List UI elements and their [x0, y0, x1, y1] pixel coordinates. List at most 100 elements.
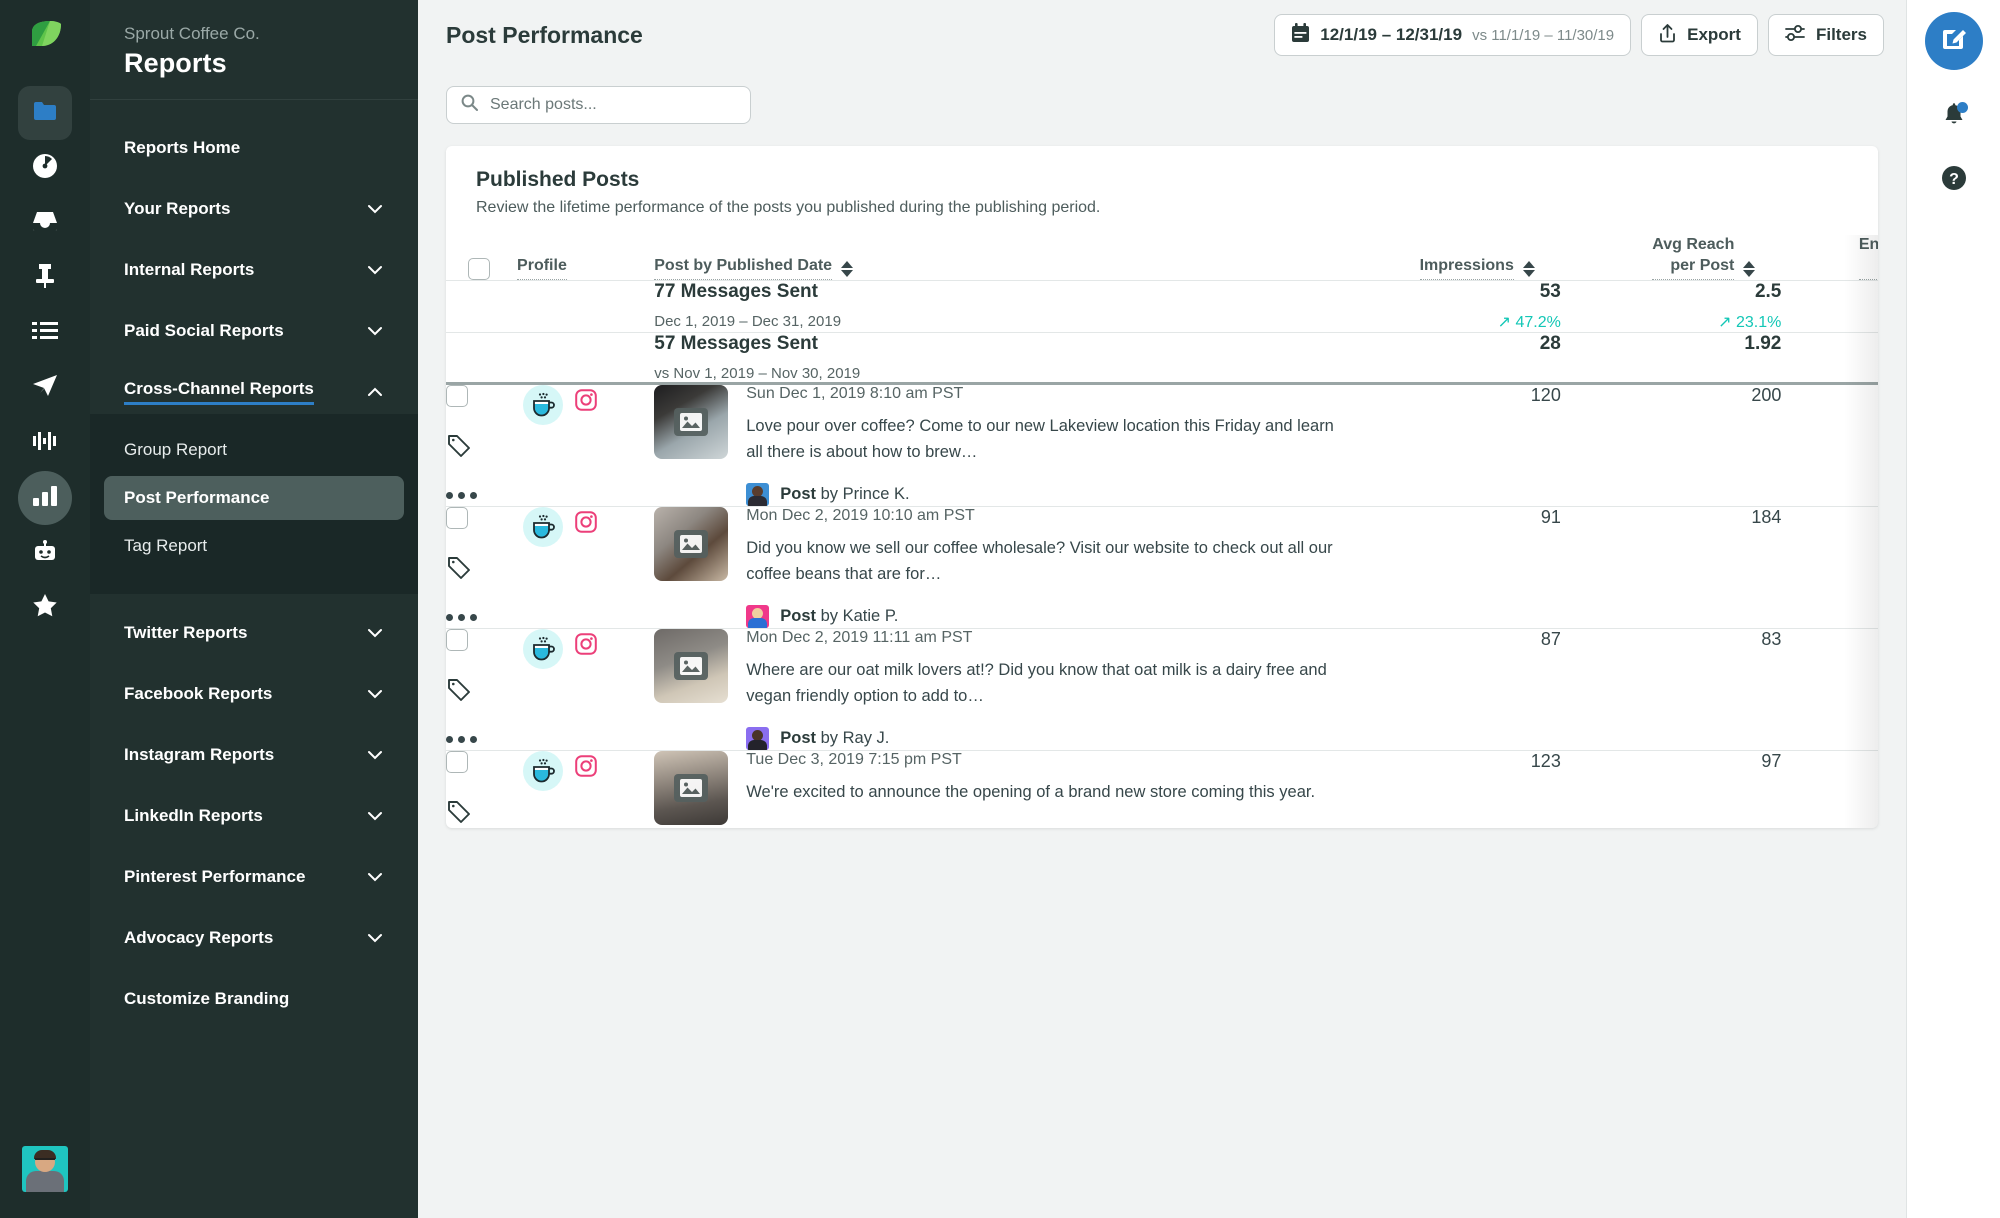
sidebar-item-paid-social-reports[interactable]: Paid Social Reports	[90, 309, 418, 353]
post-thumbnail[interactable]	[654, 750, 729, 825]
help-button[interactable]: ?	[1934, 160, 1974, 200]
sidebar-item-reports-home[interactable]: Reports Home	[90, 126, 418, 170]
content-area: Published Posts Review the lifetime perf…	[418, 70, 1906, 1218]
search-bar[interactable]	[446, 86, 751, 124]
row-more-options-icon[interactable]	[446, 491, 477, 499]
rail-item-star[interactable]	[18, 581, 72, 635]
search-icon	[461, 94, 478, 116]
row-checkbox[interactable]	[446, 506, 468, 529]
svg-text:?: ?	[1949, 171, 1959, 188]
rail-item-dashboard[interactable]	[18, 141, 72, 195]
rail-item-listening[interactable]	[18, 416, 72, 470]
compose-edit-icon	[1940, 25, 1968, 58]
row-more-options-icon[interactable]	[446, 735, 477, 743]
column-engagement-rate[interactable]: EngagementRate	[1781, 235, 1878, 280]
row-checkbox[interactable]	[446, 628, 468, 651]
coffee-cup-avatar[interactable]	[523, 506, 564, 547]
filters-label: Filters	[1815, 25, 1867, 44]
post-date: Mon Dec 2, 2019 10:10 am PST	[746, 506, 975, 524]
export-label: Export	[1687, 25, 1741, 44]
sidebar-item-label: Paid Social Reports	[124, 320, 284, 340]
tag-icon[interactable]	[447, 555, 471, 584]
sort-toggle-icon[interactable]	[841, 260, 854, 280]
posts-table: Profile Post by Published Date Impressio…	[446, 235, 1878, 828]
listening-bars-icon	[33, 430, 57, 457]
column-post-by-published-date[interactable]: Post by Published Date	[654, 235, 1340, 280]
post-author: Post by Katie P.	[780, 607, 898, 626]
select-all-cell	[446, 235, 517, 280]
summary-label-cell: 57 Messages Sent vs Nov 1, 2019 – Nov 30…	[654, 331, 1341, 384]
sidebar-item-instagram-reports[interactable]: Instagram Reports	[90, 733, 418, 777]
sidebar-nav: Reports Home Your Reports Internal Repor…	[90, 100, 418, 1218]
sidebar-item-facebook-reports[interactable]: Facebook Reports	[90, 672, 418, 716]
cell-impressions: 91	[1340, 505, 1561, 629]
sidebar-item-twitter-reports[interactable]: Twitter Reports	[90, 611, 418, 655]
sidebar-item-post-performance[interactable]: Post Performance	[104, 475, 404, 520]
rail-item-reports[interactable]	[18, 471, 72, 525]
post-byline: Post by Prince K.	[746, 482, 1340, 506]
sidebar-item-pinterest-performance[interactable]: Pinterest Performance	[90, 855, 418, 899]
rail-item-folder[interactable]	[18, 86, 72, 140]
post-thumbnail[interactable]	[654, 506, 729, 581]
profile-cell	[517, 627, 655, 751]
rail-item-publish[interactable]	[18, 361, 72, 415]
export-button[interactable]: Export	[1641, 14, 1758, 56]
sidebar-item-label: Pinterest Performance	[124, 866, 306, 886]
sidebar-item-customize-branding[interactable]: Customize Branding	[90, 977, 418, 1021]
sidebar-item-label: Instagram Reports	[124, 744, 275, 764]
row-checkbox[interactable]	[446, 750, 468, 773]
table-row[interactable]: Tue Dec 3, 2019 7:15 pm PST We're excite…	[446, 749, 1878, 828]
cell-avg-reach: 200	[1751, 384, 1782, 405]
sidebar-item-cross-channel-reports[interactable]: Cross-Channel Reports	[90, 370, 418, 414]
app-root: Sprout Coffee Co. Reports Reports Home Y…	[0, 0, 2000, 1218]
search-input[interactable]	[490, 96, 736, 114]
sidebar-item-linkedin-reports[interactable]: LinkedIn Reports	[90, 794, 418, 838]
sidebar-item-advocacy-reports[interactable]: Advocacy Reports	[90, 916, 418, 960]
row-more-options-icon[interactable]	[446, 613, 477, 621]
notifications-button[interactable]	[1934, 98, 1974, 138]
rail-item-bot[interactable]	[18, 526, 72, 580]
row-actions-cell	[446, 384, 517, 507]
select-all-checkbox[interactable]	[468, 257, 490, 280]
user-avatar[interactable]	[22, 1146, 68, 1192]
compare-range-value: vs 11/1/19 – 11/30/19	[1472, 26, 1615, 44]
sidebar-item-group-report[interactable]: Group Report	[104, 428, 404, 472]
summary-delta-value: 23.1%	[1735, 313, 1782, 331]
row-checkbox[interactable]	[446, 384, 468, 407]
compose-button[interactable]	[1924, 12, 1983, 70]
sort-toggle-icon[interactable]	[1743, 260, 1756, 280]
table-row[interactable]: Mon Dec 2, 2019 11:11 am PST Where are o…	[446, 627, 1878, 751]
cell-engagement-rate: 21%	[1781, 749, 1878, 828]
tag-icon[interactable]	[447, 433, 471, 462]
table-row[interactable]: Mon Dec 2, 2019 10:10 am PST Did you kno…	[446, 505, 1878, 629]
coffee-cup-avatar[interactable]	[523, 750, 564, 791]
tag-icon[interactable]	[447, 677, 471, 706]
chevron-down-icon	[366, 807, 384, 825]
sidebar-item-your-reports[interactable]: Your Reports	[90, 187, 418, 231]
table-row[interactable]: Sun Dec 1, 2019 8:10 am PST Love pour ov…	[446, 384, 1878, 507]
tag-icon[interactable]	[447, 799, 471, 828]
column-impressions[interactable]: Impressions	[1340, 235, 1561, 280]
post-text: Where are our oat milk lovers at!? Did y…	[746, 660, 1327, 705]
rail-item-pin[interactable]	[18, 251, 72, 305]
sidebar-item-label: Customize Branding	[124, 988, 290, 1008]
summary-date-range: vs Nov 1, 2019 – Nov 30, 2019	[654, 364, 861, 382]
sprout-leaf-logo[interactable]	[23, 16, 67, 60]
sort-toggle-icon[interactable]	[1522, 260, 1535, 280]
date-range-picker[interactable]: 12/1/19 – 12/31/19 vs 11/1/19 – 11/30/19	[1274, 14, 1632, 56]
sidebar-item-internal-reports[interactable]: Internal Reports	[90, 248, 418, 292]
post-thumbnail[interactable]	[654, 384, 729, 459]
coffee-cup-avatar[interactable]	[523, 628, 564, 669]
post-author-prefix: Post	[780, 484, 817, 503]
post-thumbnail[interactable]	[654, 628, 729, 703]
column-avg-reach-per-post[interactable]: Avg Reach per Post	[1561, 235, 1782, 280]
column-profile[interactable]: Profile	[517, 235, 654, 280]
post-date: Sun Dec 1, 2019 8:10 am PST	[746, 384, 964, 402]
filters-button[interactable]: Filters	[1767, 14, 1884, 56]
posts-table-scroll[interactable]: Profile Post by Published Date Impressio…	[446, 235, 1878, 828]
coffee-cup-avatar[interactable]	[523, 384, 564, 425]
rail-item-list[interactable]	[18, 306, 72, 360]
rail-item-inbox[interactable]	[18, 196, 72, 250]
post-author-name: by Ray J.	[820, 728, 890, 747]
sidebar-item-tag-report[interactable]: Tag Report	[104, 524, 404, 568]
